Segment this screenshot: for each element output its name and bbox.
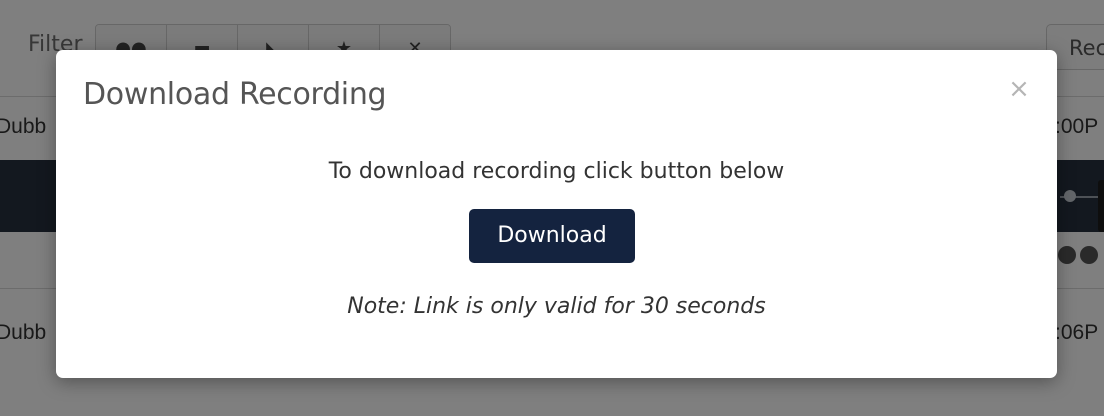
page: Filter ●● ▬ ◣ ★ ✕ Rec Dubb :00P Dubb :06… bbox=[0, 0, 1104, 416]
modal-message: To download recording click button below bbox=[328, 159, 785, 184]
modal-note: Note: Link is only valid for 30 seconds bbox=[347, 294, 766, 319]
download-button[interactable]: Download bbox=[469, 209, 635, 263]
close-button[interactable]: × bbox=[1006, 74, 1032, 104]
download-recording-modal: Download Recording × To download recordi… bbox=[56, 50, 1057, 378]
modal-title: Download Recording bbox=[83, 77, 387, 112]
